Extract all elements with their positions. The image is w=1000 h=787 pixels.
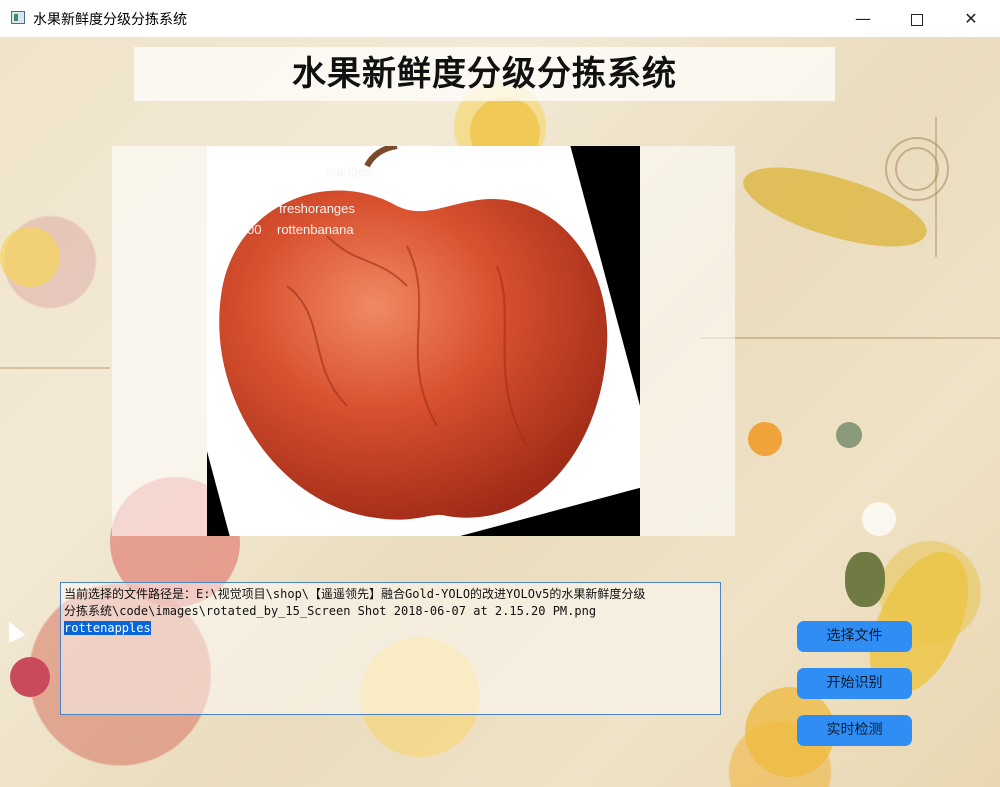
apple-stem	[364, 146, 398, 168]
apple-illustration	[219, 146, 608, 520]
output-textarea[interactable]: 当前选择的文件路径是：E:\视觉项目\shop\【遥遥领先】融合Gold-YOL…	[60, 582, 721, 715]
app-window-icon	[11, 11, 25, 24]
detection-label: oranges	[325, 164, 372, 179]
file-path-text: 当前选择的文件路径是：E:\视觉项目\shop\【遥遥领先】融合Gold-YOL…	[64, 587, 646, 601]
start-detect-button[interactable]: 开始识别	[797, 668, 912, 699]
maximize-icon	[911, 13, 923, 26]
decor-circuit-line	[0, 367, 110, 369]
detection-label: freshoranges	[279, 201, 355, 216]
close-button[interactable]: ✕	[948, 0, 994, 37]
decor-berries	[10, 657, 50, 697]
decor-lemon-slice	[0, 227, 60, 287]
detection-label: rottenbanana	[277, 222, 354, 237]
decor-ring-inner	[895, 147, 939, 191]
detection-result-text: rottenapples	[64, 621, 151, 635]
decor-orange-dot	[748, 422, 782, 456]
decor-white-dot	[862, 502, 896, 536]
window-titlebar: 水果新鲜度分级分拣系统 — ✕	[0, 0, 1000, 38]
detection-label-prefix: 00	[247, 222, 262, 237]
apple-body	[219, 190, 608, 520]
title-banner: 水果新鲜度分级分拣系统	[134, 47, 835, 101]
file-path-text: 分拣系统\code\images\rotated_by_15_Screen Sh…	[64, 604, 597, 618]
decor-circuit-line	[935, 117, 937, 257]
select-file-button[interactable]: 选择文件	[797, 621, 912, 652]
decor-pinecone	[845, 552, 885, 607]
decor-circuit-line	[700, 337, 1000, 339]
realtime-detect-button[interactable]: 实时检测	[797, 715, 912, 746]
maximize-button[interactable]	[894, 0, 940, 37]
minimize-button[interactable]: —	[840, 0, 886, 37]
page-title: 水果新鲜度分级分拣系统	[292, 54, 677, 94]
detection-image: oranges freshoranges 00 rottenbanana	[207, 146, 640, 536]
window-title: 水果新鲜度分级分拣系统	[33, 12, 187, 28]
decor-green-dot	[836, 422, 862, 448]
